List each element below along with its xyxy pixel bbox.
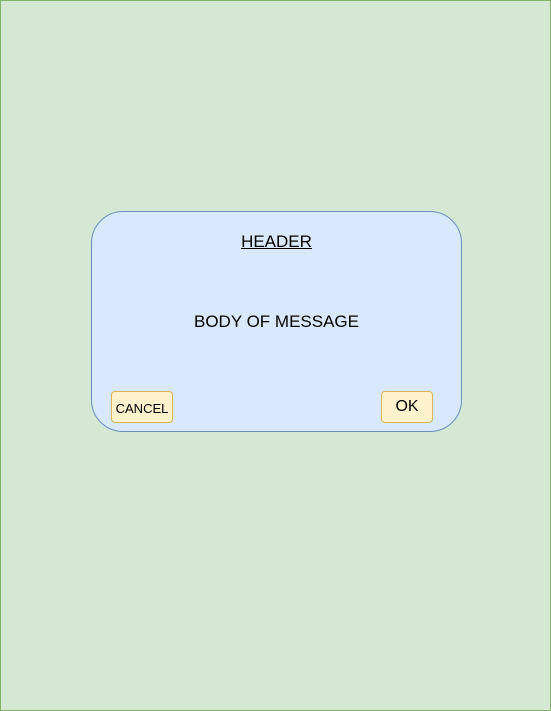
- dialog-header: HEADER: [241, 232, 312, 251]
- message-dialog: HEADER BODY OF MESSAGE CANCEL OK: [91, 211, 462, 432]
- dialog-body: BODY OF MESSAGE: [193, 312, 359, 331]
- ok-button[interactable]: OK: [381, 391, 433, 423]
- cancel-button[interactable]: CANCEL: [111, 391, 173, 423]
- page-background: HEADER BODY OF MESSAGE CANCEL OK: [0, 0, 551, 711]
